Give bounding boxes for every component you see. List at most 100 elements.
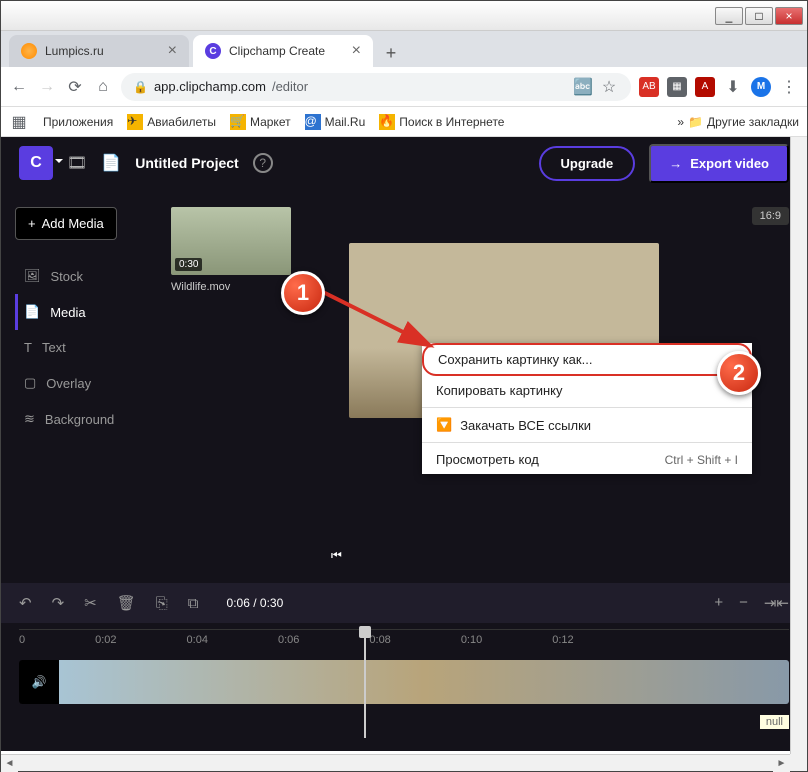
ctx-separator [422,442,752,443]
zoom-out-icon[interactable]: − [739,594,748,612]
export-button[interactable]: →Export video [649,144,789,183]
favicon-icon [21,43,37,59]
ctx-save-image-as[interactable]: Сохранить картинку как... [422,343,752,376]
lock-icon: 🔒 [133,80,148,94]
ruler-tick: 0:08 [369,634,390,646]
ruler-tick: 0:02 [95,634,116,646]
stock-icon: 🖼 [24,268,41,284]
translate-icon[interactable]: 🔤 [573,77,593,97]
sidebar-item-stock[interactable]: 🖼Stock [15,258,157,294]
timeline-timecode: 0:06 / 0:30 [227,596,284,610]
annotation-marker-2: 2 [717,351,761,395]
bookmark-item[interactable]: 🔥Поиск в Интернете [379,114,504,130]
ctx-separator [422,407,752,408]
scroll-left-icon[interactable]: ◄ [1,755,18,772]
timeline-toolbar: ↶ ↷ ✂ 🗑 ⎘ ⧉ 0:06 / 0:30 + − ⇥⇤ [1,583,807,623]
extension-icon[interactable]: ▦ [667,77,687,97]
zoom-fit-icon[interactable]: ⇥⇤ [764,594,789,612]
apps-icon[interactable]: ▦ [9,112,29,132]
undo-icon[interactable]: ↶ [19,594,32,612]
new-tab-button[interactable]: + [377,39,405,67]
reload-icon[interactable]: ⟳ [65,77,85,97]
tab-lumpics[interactable]: Lumpics.ru × [9,35,189,67]
home-icon[interactable]: ⌂ [93,77,113,97]
media-panel: 0:30 Wildlife.mov [171,189,311,581]
ctx-download-all-links[interactable]: 🔽Закачать ВСЕ ссылки [422,410,752,440]
tab-close-icon[interactable]: × [352,42,361,60]
app-logo[interactable]: C [19,146,53,180]
sidebar: +Add Media 🖼Stock 📄Media TText ▢Overlay … [1,189,171,581]
ctx-copy-image[interactable]: Копировать картинку [422,376,752,405]
redo-icon[interactable]: ↷ [52,594,65,612]
tab-clipchamp[interactable]: C Clipchamp Create × [193,35,373,67]
sidebar-item-background[interactable]: ≋Background [15,401,157,437]
sound-icon[interactable]: 🔊 [19,660,59,704]
scroll-corner [790,754,807,771]
project-title[interactable]: Untitled Project [135,155,238,171]
thumbnail-duration: 0:30 [175,258,202,271]
annotation-marker-1: 1 [281,271,325,315]
sidebar-item-media[interactable]: 📄Media [15,294,157,330]
context-menu: Сохранить картинку как... Копировать кар… [422,343,752,474]
bookmarks-overflow[interactable]: »📁Другие закладки [677,115,799,129]
ruler-tick: 0:12 [552,634,573,646]
horizontal-scrollbar[interactable]: ◄► [1,754,790,771]
apps-label[interactable]: Приложения [43,115,113,129]
ruler-tick: 0:04 [187,634,208,646]
timeline-ruler[interactable]: 0 0:02 0:04 0:06 0:08 0:10 0:12 [19,629,789,654]
address-bar[interactable]: 🔒 app.clipchamp.com/editor 🔤 ☆ [121,73,631,101]
star-icon[interactable]: ☆ [599,77,619,97]
vertical-scrollbar[interactable] [790,137,807,754]
tab-title: Clipchamp Create [229,44,325,58]
sidebar-item-overlay[interactable]: ▢Overlay [15,365,157,401]
upgrade-button[interactable]: Upgrade [539,146,636,181]
video-icon[interactable]: 🎞 [67,153,87,173]
playhead[interactable] [359,626,371,638]
cut-icon[interactable]: ✂ [84,594,97,612]
url-path: /editor [272,79,308,94]
aspect-ratio-badge[interactable]: 16:9 [752,207,789,225]
download-icon: 🔽 [436,417,452,433]
scroll-right-icon[interactable]: ► [773,755,790,772]
ctx-inspect[interactable]: Просмотреть кодCtrl + Shift + I [422,445,752,474]
tab-title: Lumpics.ru [45,44,104,58]
sidebar-item-text[interactable]: TText [15,330,157,365]
timeline-clip[interactable] [59,660,789,704]
file-icon[interactable]: 📄 [101,153,121,173]
favicon-icon: C [205,43,221,59]
profile-avatar[interactable]: M [751,77,771,97]
back-icon[interactable]: ← [9,77,29,97]
menu-icon[interactable]: ⋮ [779,77,799,97]
extension-adblock-icon[interactable]: AB [639,77,659,97]
window-titlebar: _ □ × [1,1,807,31]
window-close[interactable]: × [775,7,803,25]
window-maximize[interactable]: □ [745,7,773,25]
add-media-button[interactable]: +Add Media [15,207,117,240]
timeline[interactable]: 0 0:02 0:04 0:06 0:08 0:10 0:12 🔊 [1,623,807,751]
extension-download-icon[interactable]: ⬇ [723,77,743,97]
extension-pdf-icon[interactable]: A [695,77,715,97]
media-thumbnail[interactable]: 0:30 [171,207,291,275]
copy-icon[interactable]: ⎘ [156,595,168,612]
overlay-icon: ▢ [24,375,36,391]
url-domain: app.clipchamp.com [154,79,266,94]
bookmark-item[interactable]: ✈Авиабилеты [127,114,216,130]
text-icon: T [24,340,32,355]
bookmark-item[interactable]: @Mail.Ru [305,114,366,130]
layers-icon: ≋ [24,411,35,427]
prev-frame-icon[interactable]: ⏮ [331,548,342,563]
bookmark-item[interactable]: 🛒Маркет [230,114,291,130]
browser-tabstrip: Lumpics.ru × C Clipchamp Create × + [1,31,807,67]
window-minimize[interactable]: _ [715,7,743,25]
duplicate-icon[interactable]: ⧉ [188,595,199,612]
timeline-track[interactable]: 🔊 [19,660,789,704]
help-icon[interactable]: ? [253,153,273,173]
ruler-tick: 0:10 [461,634,482,646]
tab-close-icon[interactable]: × [168,42,177,60]
delete-icon[interactable]: 🗑 [117,594,136,612]
app-header: C 🎞 📄 Untitled Project ? Upgrade →Export… [1,137,807,189]
forward-icon[interactable]: → [37,77,57,97]
arrow-right-icon: → [669,156,682,171]
zoom-in-icon[interactable]: + [714,594,723,612]
ctx-shortcut: Ctrl + Shift + I [665,453,738,467]
